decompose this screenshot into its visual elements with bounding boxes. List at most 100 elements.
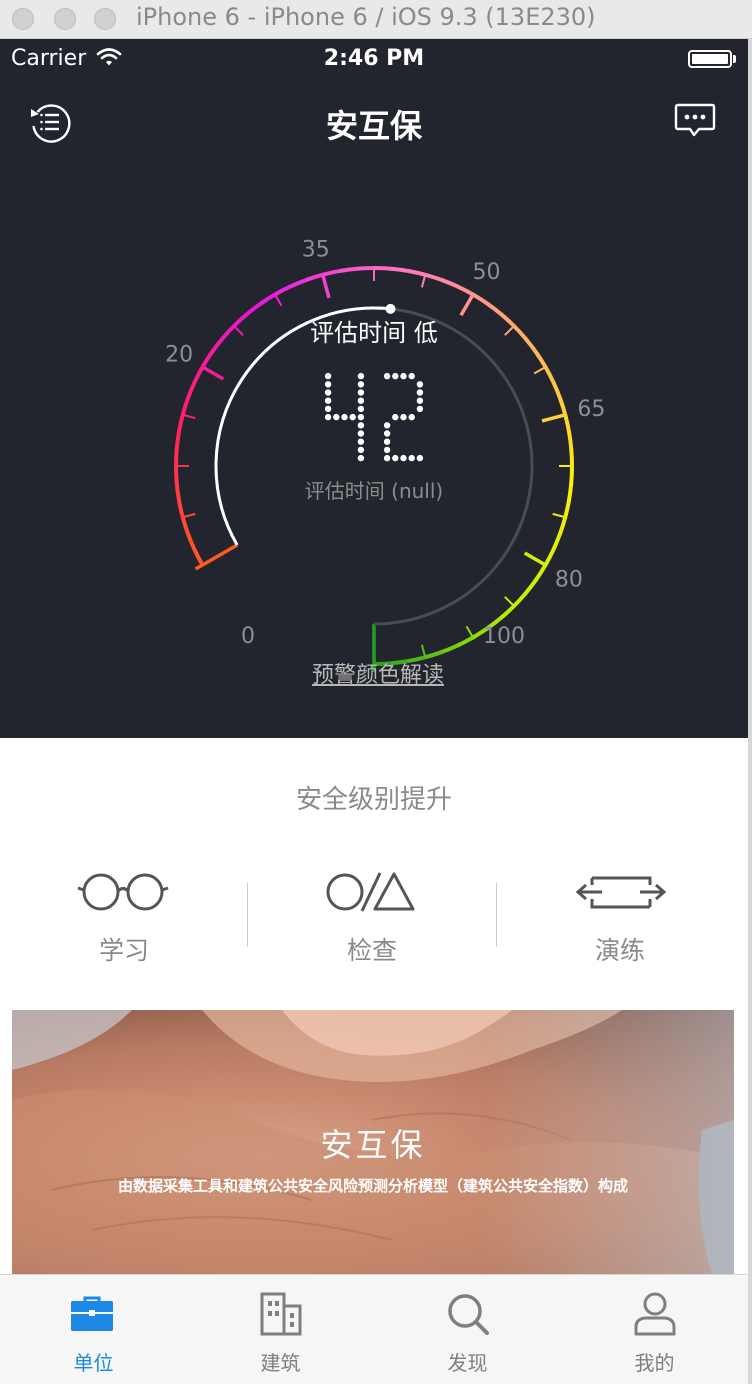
gauge-track — [214, 306, 534, 626]
gauge-tick — [233, 325, 244, 336]
dashboard-header: Carrier 2:46 PM 安互保 0 20 35 50 65 80 100… — [0, 39, 748, 738]
tab-unit[interactable]: 单位 — [0, 1275, 187, 1384]
gauge-arc-segment — [543, 366, 556, 385]
digit-dot — [324, 389, 332, 396]
gauge-arc-segment — [551, 381, 563, 400]
gauge-arc-segment — [220, 323, 237, 341]
glasses-icon — [77, 873, 169, 911]
digit-dot — [383, 438, 391, 445]
gauge-level-text: 评估时间 低 — [310, 319, 438, 347]
gauge-arc-segment — [471, 292, 490, 307]
feature-label: 学习 — [98, 936, 149, 965]
gauge-arc-segment — [455, 635, 474, 648]
gauge-arc-segment — [373, 266, 393, 271]
gauge-tick-label: 35 — [302, 238, 330, 263]
circle-triangle-icon — [326, 872, 415, 912]
digit-dot — [408, 454, 415, 462]
digit-dot — [383, 422, 391, 429]
gauge-arc-segment — [569, 465, 574, 485]
search-icon — [448, 1294, 489, 1335]
gauge-arc-segment — [274, 284, 293, 297]
gauge-arc-segment — [322, 268, 341, 277]
digit-dot — [357, 372, 365, 380]
digit-dot — [357, 389, 365, 396]
simulator-title-bar: iPhone 6 - iPhone 6 / iOS 9.3 (13E230) — [0, 0, 752, 39]
arrows-icon — [576, 876, 666, 909]
gauge-caption: 评估时间 (null) — [305, 479, 443, 503]
digit-dot — [357, 413, 365, 421]
digit-dot — [416, 397, 424, 404]
digit-dot — [341, 413, 348, 421]
gauge-arc-segment — [174, 430, 182, 449]
gauge-arc-segment — [533, 563, 548, 582]
gauge-arc-segment — [339, 266, 358, 273]
gauge-arc-segment — [180, 396, 191, 416]
digit-dot — [416, 381, 424, 388]
feature-label: 演练 — [594, 936, 645, 965]
gauge-arc-segment — [567, 431, 574, 450]
gauge-arc-segment — [259, 292, 277, 306]
tab-profile[interactable]: 我的 — [561, 1275, 748, 1384]
gauge-arc-segment — [424, 272, 444, 283]
close-window-button[interactable] — [12, 8, 34, 30]
gauge-arc-segment — [557, 516, 568, 536]
gauge-arc-segment — [499, 604, 516, 620]
digit-dot — [324, 397, 332, 404]
gauge-arc-segment — [192, 547, 205, 566]
tab-discover[interactable]: 发现 — [374, 1275, 561, 1384]
gauge-arc-segment — [245, 301, 263, 316]
gauge-tick — [194, 543, 239, 571]
gauge-arc-segment — [440, 643, 459, 655]
gauge-tick-label: 100 — [483, 624, 525, 649]
briefcase-icon — [71, 1296, 113, 1331]
section-title: 安全级别提升 — [295, 785, 452, 815]
gauge-value-digits — [324, 372, 424, 462]
digit-dot — [416, 389, 424, 396]
digit-dot — [400, 454, 407, 462]
gauge-arc-segment — [289, 277, 308, 289]
feature-label: 检查 — [346, 936, 397, 965]
gauge-arc-segment — [391, 266, 410, 274]
gauge-arc-segment — [511, 591, 528, 609]
digit-dot — [324, 405, 332, 413]
gauge-arc-segment — [408, 269, 427, 277]
promo-banner[interactable]: 安互保 由数据采集工具和建筑公共安全风险预测分析模型（建筑公共安全指数）构成 — [12, 1010, 734, 1275]
digit-dot — [357, 454, 365, 462]
minimize-window-button[interactable] — [54, 8, 76, 30]
phone-screen: Carrier 2:46 PM 安互保 0 20 35 50 65 80 100… — [0, 39, 748, 1384]
digit-dot — [357, 405, 365, 413]
digit-dot — [357, 446, 365, 454]
gauge-tick — [201, 365, 225, 381]
tab-label: 我的 — [634, 1351, 675, 1375]
gauge-arc-segment — [356, 266, 376, 271]
tab-building[interactable]: 建筑 — [187, 1275, 374, 1384]
gauge-arc-segment — [499, 312, 517, 329]
gauge-arc-segment — [185, 532, 197, 551]
gauge-tick — [274, 294, 283, 307]
gauge-arc-segment — [177, 413, 185, 432]
gauge-tick — [420, 644, 427, 658]
digit-dot — [324, 372, 332, 380]
digit-dot — [357, 422, 365, 429]
gauge-tick-label: 0 — [241, 624, 255, 649]
gauge-tick — [523, 551, 547, 567]
warning-color-link[interactable]: 预警颜色解读 — [0, 657, 748, 689]
digit-dot — [383, 454, 391, 462]
banner-title: 安互保 — [320, 1126, 426, 1164]
gauge-tick — [182, 413, 196, 420]
gauge-tick-label: 20 — [165, 343, 193, 368]
building-icon — [260, 1292, 302, 1336]
gauge-arc-segment — [486, 302, 504, 317]
tab-label: 单位 — [73, 1351, 114, 1375]
gauge-tick — [459, 293, 475, 317]
gauge-arc-segment — [232, 312, 249, 328]
gauge-arc-segment — [523, 578, 538, 596]
gauge-needle-dot — [385, 303, 396, 314]
digit-dot — [333, 413, 340, 421]
gauge-tick — [552, 512, 566, 519]
zoom-window-button[interactable] — [94, 8, 116, 30]
gauge-tick-label: 65 — [577, 397, 605, 422]
gauge-arc-segment — [186, 380, 197, 399]
gauge-arc-segment — [174, 482, 181, 501]
gauge-arc-segment — [566, 483, 574, 502]
